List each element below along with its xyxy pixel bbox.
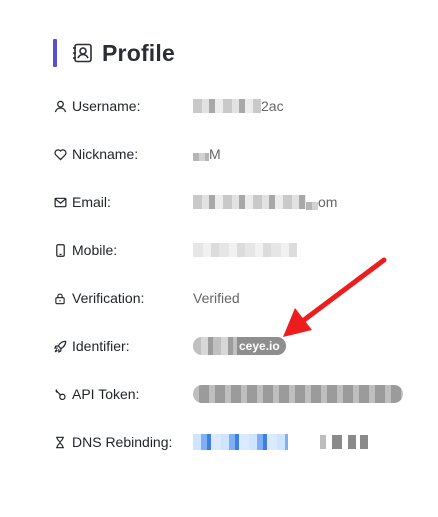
field-dns-rebinding: DNS Rebinding: [53,431,172,453]
redacted-block [193,243,297,257]
field-label: API Token: [72,386,140,402]
verification-status: Verified [193,290,240,306]
redacted-block [193,195,306,209]
phone-icon [53,243,67,257]
field-api-token: API Token: [53,383,139,405]
profile-header: Profile [53,38,175,68]
redacted-block [193,153,209,161]
identifier-value[interactable]: ceye.io [193,335,286,357]
key-icon [53,387,67,401]
field-verification: Verification: [53,287,144,309]
redacted-block [320,435,326,449]
mobile-value [193,239,297,261]
identifier-pill[interactable]: ceye.io [193,337,286,355]
redacted-block [360,435,368,449]
lock-icon [53,291,67,305]
nickname-value: M [193,143,221,165]
field-nickname: Nickname: [53,143,138,165]
redacted-block [193,337,237,355]
dns-rebinding-redacted[interactable] [193,433,368,451]
hourglass-icon [53,435,67,449]
username-value: 2ac [193,95,284,117]
profile-card-icon [72,42,94,64]
email-visible-text: om [318,194,338,210]
nickname-visible-text: M [209,146,221,162]
api-token-value[interactable] [193,383,403,405]
field-label: Identifier: [72,338,130,354]
field-mobile: Mobile: [53,239,117,261]
rocket-icon [53,339,67,353]
user-icon [53,99,67,113]
field-label: Verification: [72,290,145,306]
email-value: om [193,191,337,213]
field-label: Email: [72,194,111,210]
api-token-redacted[interactable] [193,385,403,403]
redacted-block [193,99,261,113]
field-username: Username: [53,95,140,117]
field-label: Username: [72,98,141,114]
identifier-visible-text: ceye.io [237,337,286,355]
page-title: Profile [102,39,175,66]
field-label: Nickname: [72,146,139,162]
field-label: DNS Rebinding: [72,434,173,450]
redacted-block [306,202,318,210]
verification-value: Verified [193,287,240,309]
field-label: Mobile: [72,242,118,258]
field-email: Email: [53,191,111,213]
username-visible-text: 2ac [261,98,284,114]
heart-icon [53,147,67,161]
redacted-block [348,435,356,449]
redacted-block [332,435,342,449]
mail-icon [53,195,67,209]
redacted-block [193,434,288,450]
field-identifier: Identifier: [53,335,130,357]
dns-rebinding-value[interactable] [193,431,368,453]
header-accent-bar [53,39,57,67]
